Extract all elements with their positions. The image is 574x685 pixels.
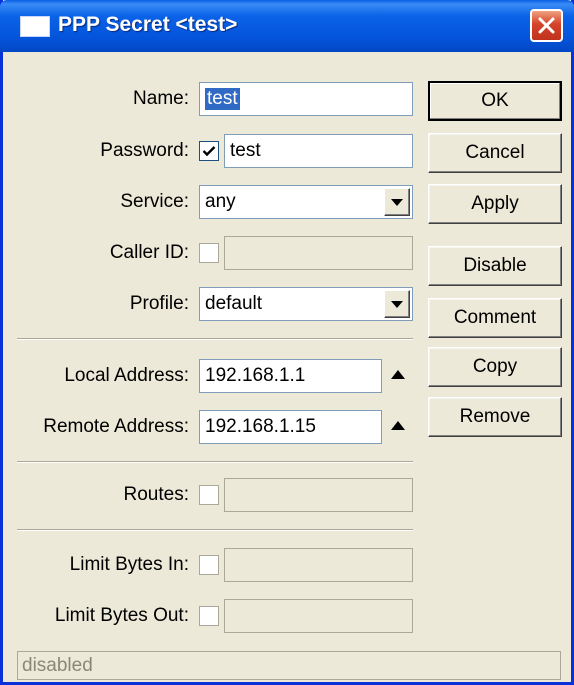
profile-select[interactable]: default — [199, 287, 413, 321]
password-label: Password: — [100, 140, 189, 161]
close-button[interactable] — [530, 9, 563, 42]
title-bar[interactable]: PPP Secret <test> — [0, 0, 574, 52]
checkmark-icon — [202, 146, 216, 157]
limit-bytes-in-checkbox[interactable] — [199, 555, 219, 575]
service-dropdown-button[interactable] — [384, 188, 410, 216]
window-title: PPP Secret <test> — [58, 13, 238, 36]
limit-bytes-in-input[interactable] — [224, 548, 413, 582]
separator — [17, 529, 413, 531]
limit-bytes-out-label: Limit Bytes Out: — [54, 605, 189, 626]
local-address-input[interactable]: 192.168.1.1 — [199, 359, 382, 393]
routes-checkbox[interactable] — [199, 485, 219, 505]
name-label: Name: — [133, 88, 189, 109]
password-input[interactable]: test — [224, 134, 413, 168]
close-x-icon — [538, 17, 555, 34]
profile-value: default — [205, 293, 263, 314]
ok-button[interactable]: OK — [428, 81, 562, 121]
profile-label: Profile: — [129, 293, 189, 314]
apply-button[interactable]: Apply — [428, 184, 562, 224]
profile-dropdown-button[interactable] — [384, 290, 410, 318]
routes-label: Routes: — [123, 484, 189, 505]
password-checkbox[interactable] — [199, 141, 219, 161]
ppp-secret-window: PPP Secret <test> Name: test Password: t… — [0, 0, 574, 685]
comment-button[interactable]: Comment — [428, 298, 562, 338]
cancel-button[interactable]: Cancel — [428, 133, 562, 173]
caller-id-input[interactable] — [224, 236, 413, 270]
dropdown-arrow-icon — [391, 301, 403, 308]
copy-button[interactable]: Copy — [428, 347, 562, 387]
name-input[interactable]: test — [199, 82, 413, 116]
remove-button[interactable]: Remove — [428, 397, 562, 437]
remote-address-label: Remote Address: — [43, 416, 189, 437]
separator — [17, 461, 413, 463]
status-bar: disabled — [17, 651, 561, 680]
caller-id-label: Caller ID: — [109, 242, 189, 263]
local-address-label: Local Address: — [64, 365, 189, 386]
caller-id-checkbox[interactable] — [199, 243, 219, 263]
up-triangle-icon[interactable] — [391, 421, 405, 430]
service-label: Service: — [120, 191, 189, 212]
disable-button[interactable]: Disable — [428, 246, 562, 286]
dropdown-arrow-icon — [391, 199, 403, 206]
window-icon — [20, 16, 50, 37]
limit-bytes-out-input[interactable] — [224, 599, 413, 633]
service-select[interactable]: any — [199, 185, 413, 219]
name-value: test — [205, 88, 240, 110]
service-value: any — [205, 191, 236, 212]
limit-bytes-in-label: Limit Bytes In: — [69, 554, 189, 575]
routes-input[interactable] — [224, 478, 413, 512]
up-triangle-icon[interactable] — [391, 370, 405, 379]
limit-bytes-out-checkbox[interactable] — [199, 606, 219, 626]
remote-address-input[interactable]: 192.168.1.15 — [199, 410, 382, 444]
separator — [17, 338, 413, 340]
